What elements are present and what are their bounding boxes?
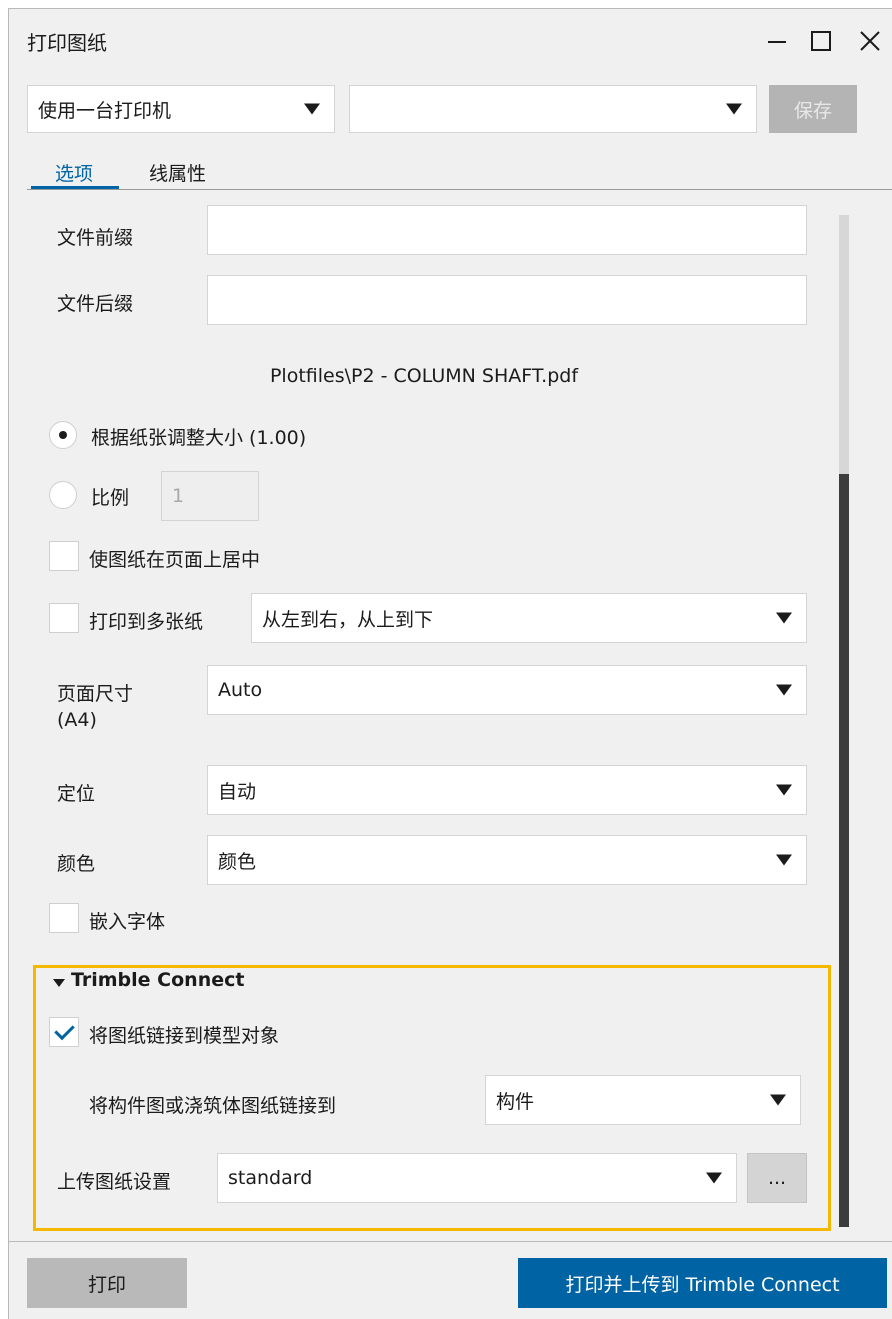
- color-select[interactable]: 颜色: [207, 835, 807, 885]
- orientation-select[interactable]: 自动: [207, 765, 807, 815]
- page-size-select[interactable]: Auto: [207, 665, 807, 715]
- window-title: 打印图纸: [27, 31, 107, 55]
- link-to-value: 构件: [496, 1090, 535, 1113]
- chevron-down-icon: [304, 103, 320, 115]
- center-on-page-checkbox[interactable]: [49, 541, 79, 571]
- link-drawing-checkbox[interactable]: [49, 1017, 79, 1047]
- file-prefix-input[interactable]: [207, 205, 807, 255]
- print-drawings-dialog: 打印图纸 使用一台打印机 保存 选项 线属性 文件前缀 文件后缀 Plotfil…: [8, 8, 892, 1319]
- minimize-icon[interactable]: [757, 23, 797, 59]
- printer-select-value: 使用一台打印机: [38, 99, 172, 122]
- chevron-down-icon: [726, 103, 742, 115]
- chevron-down-icon: [776, 784, 792, 796]
- upload-settings-value: standard: [228, 1167, 313, 1189]
- scale-label: 比例: [91, 487, 130, 509]
- link-drawing-label: 将图纸链接到模型对象: [89, 1025, 280, 1047]
- chevron-down-icon: [776, 684, 792, 696]
- embed-fonts-checkbox[interactable]: [49, 903, 79, 933]
- upload-settings-select[interactable]: standard: [217, 1153, 737, 1203]
- orientation-label: 定位: [57, 783, 96, 805]
- multi-sheet-order-select[interactable]: 从左到右，从上到下: [251, 593, 807, 643]
- maximize-icon[interactable]: [801, 23, 841, 59]
- link-to-select[interactable]: 构件: [485, 1075, 801, 1125]
- embed-fonts-label: 嵌入字体: [89, 911, 166, 933]
- center-on-page-label: 使图纸在页面上居中: [89, 549, 261, 571]
- tab-line-properties[interactable]: 线属性: [149, 159, 206, 186]
- page-size-label: 页面尺寸: [57, 683, 134, 705]
- scale-input[interactable]: 1: [161, 471, 259, 521]
- settings-select[interactable]: [349, 85, 757, 133]
- output-file-path: Plotfiles\P2 - COLUMN SHAFT.pdf: [269, 365, 579, 387]
- scrollbar-thumb[interactable]: [839, 474, 849, 1227]
- color-label: 颜色: [57, 853, 96, 875]
- chevron-down-icon: [770, 1094, 786, 1106]
- scale-radio[interactable]: [49, 481, 77, 509]
- page-size-sublabel: (A4): [57, 709, 97, 731]
- print-button[interactable]: 打印: [27, 1258, 187, 1308]
- multi-sheet-order-value: 从左到右，从上到下: [262, 608, 434, 631]
- color-value: 颜色: [218, 850, 257, 873]
- tab-options[interactable]: 选项: [55, 159, 93, 186]
- fit-to-paper-radio[interactable]: [49, 421, 77, 449]
- chevron-down-icon: [706, 1172, 722, 1184]
- chevron-down-icon: [776, 612, 792, 624]
- trimble-section-title[interactable]: Trimble Connect: [71, 969, 244, 991]
- footer-divider: [9, 1241, 892, 1242]
- multi-sheet-checkbox[interactable]: [49, 603, 79, 633]
- close-icon[interactable]: [852, 23, 888, 59]
- fit-to-paper-label: 根据纸张调整大小 (1.00): [91, 427, 307, 449]
- file-suffix-label: 文件后缀: [57, 293, 134, 315]
- chevron-down-icon: [776, 854, 792, 866]
- multi-sheet-label: 打印到多张纸: [89, 611, 204, 633]
- tab-divider: [27, 189, 892, 190]
- save-button[interactable]: 保存: [769, 85, 857, 133]
- upload-settings-label: 上传图纸设置: [57, 1171, 172, 1193]
- file-prefix-label: 文件前缀: [57, 227, 134, 249]
- upload-settings-more-button[interactable]: ...: [747, 1153, 807, 1203]
- collapse-triangle-icon[interactable]: [53, 979, 65, 987]
- file-suffix-input[interactable]: [207, 275, 807, 325]
- orientation-value: 自动: [218, 780, 257, 803]
- link-to-label: 将构件图或浇筑体图纸链接到: [89, 1095, 337, 1117]
- printer-select[interactable]: 使用一台打印机: [27, 85, 335, 133]
- page-size-value: Auto: [218, 679, 263, 701]
- print-and-upload-button[interactable]: 打印并上传到 Trimble Connect: [518, 1258, 887, 1308]
